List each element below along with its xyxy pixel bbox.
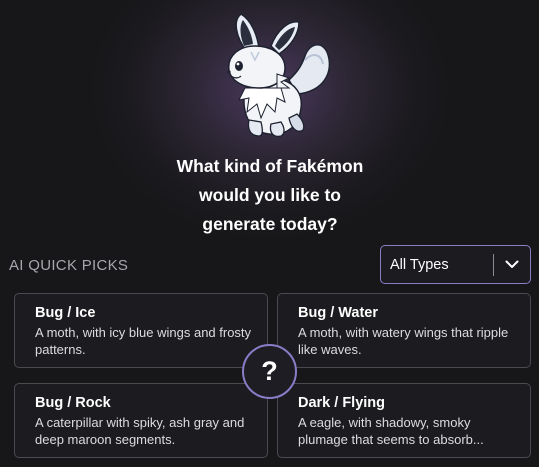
app-screen: What kind of Fakémon would you like to g… bbox=[0, 0, 539, 467]
quick-pick-title: Bug / Rock bbox=[35, 395, 111, 411]
quick-pick-title: Bug / Water bbox=[298, 305, 379, 321]
quick-pick-card[interactable]: Bug / Ice A moth, with icy blue wings an… bbox=[14, 293, 268, 368]
quick-pick-card[interactable]: Bug / Water A moth, with watery wings th… bbox=[277, 293, 531, 368]
prompt-line: would you like to bbox=[199, 185, 341, 205]
prompt-line: What kind of Fakémon bbox=[176, 156, 364, 176]
quick-pick-title: Dark / Flying bbox=[298, 395, 386, 411]
quick-pick-card[interactable]: Bug / Rock A caterpillar with spiky, ash… bbox=[14, 383, 268, 458]
generate-prompt-heading: What kind of Fakémon would you like to g… bbox=[120, 152, 420, 239]
question-icon: ? bbox=[261, 356, 278, 386]
prompt-line: generate today? bbox=[202, 214, 338, 234]
type-filter-value: All Types bbox=[390, 256, 449, 273]
quick-pick-description: A moth, with icy blue wings and frosty p… bbox=[35, 325, 252, 357]
quick-pick-title: Bug / Ice bbox=[35, 305, 96, 321]
quick-pick-description: A eagle, with shadowy, smoky plumage tha… bbox=[298, 415, 484, 447]
quick-pick-card[interactable]: Dark / Flying A eagle, with shadowy, smo… bbox=[277, 383, 531, 458]
quick-picks-label: AI QUICK PICKS bbox=[9, 257, 129, 274]
quick-pick-description: A moth, with watery wings that ripple li… bbox=[298, 325, 509, 357]
fakemon-mascot-icon bbox=[227, 13, 331, 138]
random-pick-button[interactable]: ? bbox=[242, 344, 297, 399]
chevron-down-icon[interactable] bbox=[494, 246, 530, 283]
type-filter-select[interactable]: All Types bbox=[380, 245, 531, 284]
quick-pick-description: A caterpillar with spiky, ash gray and d… bbox=[35, 415, 245, 447]
